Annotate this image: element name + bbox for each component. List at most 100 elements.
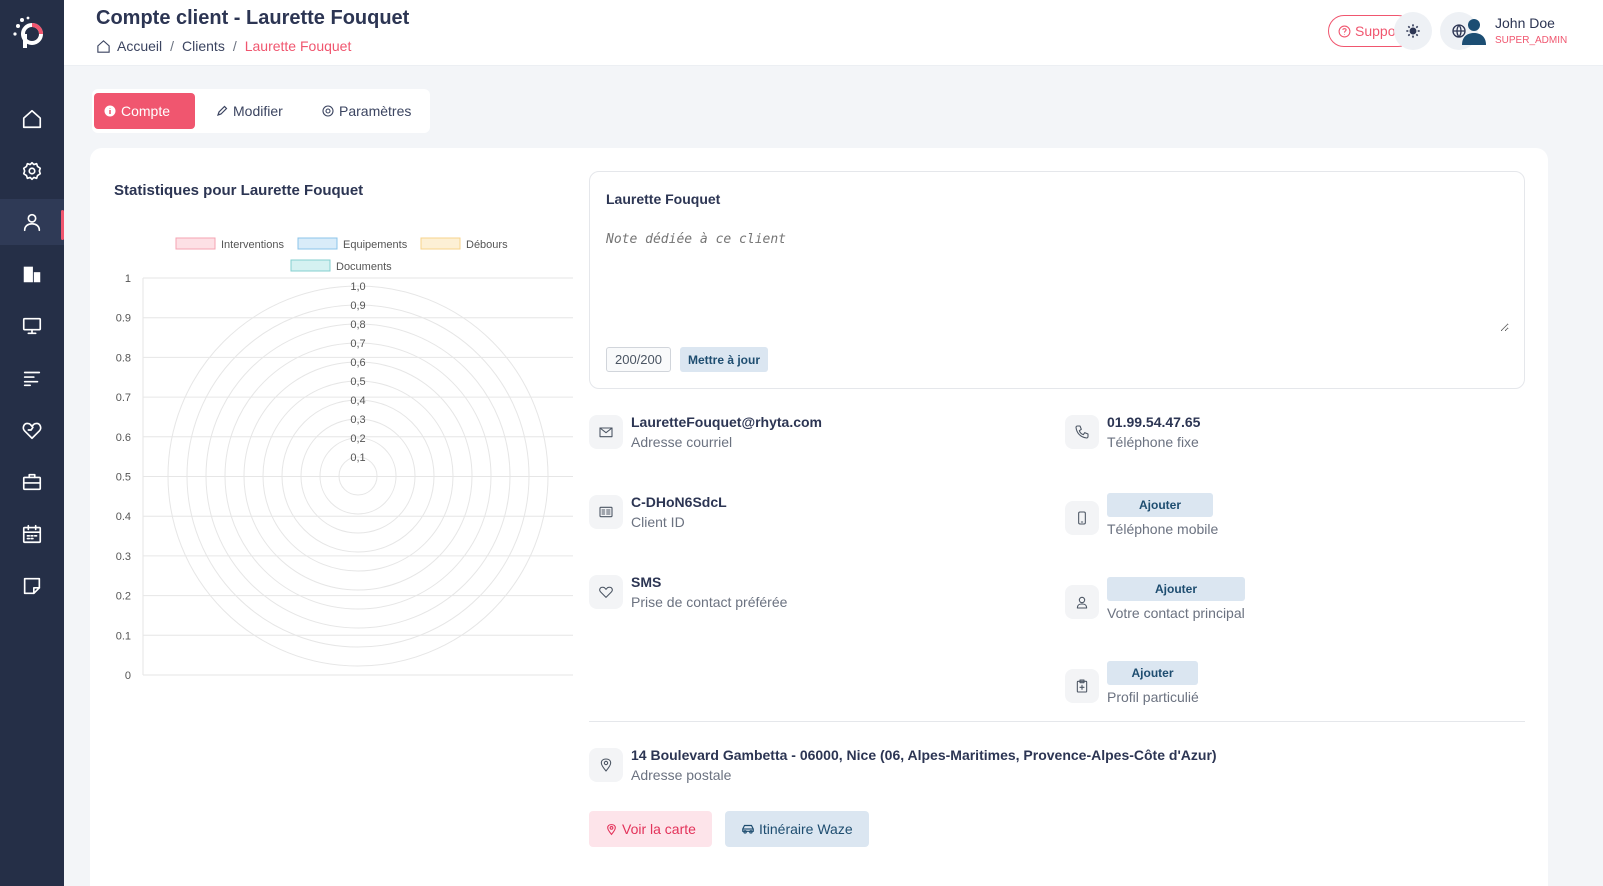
waze-itinerary-button[interactable]: Itinéraire Waze [725, 811, 869, 847]
sidebar-item-lists[interactable] [0, 355, 64, 401]
waze-itinerary-label: Itinéraire Waze [759, 821, 853, 837]
monitor-icon [22, 317, 42, 335]
legend-swatch [290, 259, 331, 272]
sidebar-item-home[interactable] [0, 96, 64, 142]
sidebar-item-equipment[interactable] [0, 303, 64, 349]
mail-icon [589, 415, 623, 449]
mobile-label: Téléphone mobile [1107, 521, 1219, 537]
y-tick-label: 0.7 [116, 392, 131, 404]
list-icon [23, 371, 41, 387]
note-icon [23, 577, 41, 595]
legend-label: Débours [466, 239, 508, 251]
y-tick-label: 1 [125, 273, 131, 285]
legend-label: Documents [336, 261, 392, 273]
briefcase-icon [22, 473, 42, 491]
tab-account-label: Compte [121, 103, 171, 119]
home-icon [22, 109, 42, 129]
main-contact-label: Votre contact principal [1107, 605, 1245, 621]
account-tabs: Compte Modifier Paramètres [92, 89, 430, 133]
legend-swatch [297, 237, 338, 250]
sidebar-item-settings[interactable] [0, 148, 64, 194]
view-map-button[interactable]: Voir la carte [589, 811, 712, 847]
id-card-icon [589, 495, 623, 529]
info-contact-preference: SMS Prise de contact préférée [589, 572, 787, 612]
legend-label: Interventions [221, 239, 284, 251]
y-tick-label: 0.2 [116, 591, 131, 603]
email-label: Adresse courriel [631, 434, 733, 450]
client-id-label: Client ID [631, 514, 685, 530]
tab-edit[interactable]: Modifier [206, 93, 293, 129]
info-profile: Ajouter Profil particulié [1065, 661, 1199, 707]
note-char-counter: 200/200 [606, 347, 671, 372]
radial-tick-label: 0,2 [350, 433, 365, 445]
tab-settings[interactable]: Paramètres [312, 93, 421, 129]
sidebar-item-jobs[interactable] [0, 459, 64, 505]
sidebar-item-calendar[interactable] [0, 511, 64, 557]
statistics-radar-chart: Interventions Equipements Débours Documents… [116, 237, 573, 682]
help-circle-icon [1338, 25, 1351, 37]
tab-account[interactable]: Compte [94, 93, 195, 129]
pencil-icon [217, 105, 228, 116]
radial-tick-label: 0,8 [350, 319, 365, 331]
info-email: LauretteFouquet@rhyta.com Adresse courri… [589, 412, 822, 452]
avatar[interactable] [1459, 16, 1489, 46]
breadcrumb-clients[interactable]: Clients [182, 38, 225, 54]
sidebar [0, 0, 64, 886]
radial-tick-label: 0,6 [350, 357, 365, 369]
info-client-id: C-DHoN6SdcL Client ID [589, 492, 727, 532]
tab-edit-label: Modifier [233, 103, 283, 119]
user-name[interactable]: John Doe [1495, 15, 1555, 31]
top-header: Compte client - Laurette Fouquet Accueil… [64, 0, 1603, 66]
add-profile-button[interactable]: Ajouter [1107, 661, 1198, 685]
mobile-icon [1065, 501, 1099, 535]
breadcrumb-current: Laurette Fouquet [244, 38, 352, 54]
email-value[interactable]: LauretteFouquet@rhyta.com [631, 412, 822, 432]
client-card: Statistiques pour Laurette Fouquet Inter… [90, 148, 1548, 886]
clipboard-plus-icon [1065, 669, 1099, 703]
y-tick-label: 0.8 [116, 352, 131, 364]
y-tick-label: 0.4 [116, 511, 131, 523]
info-phone: 01.99.54.47.65 Téléphone fixe [1065, 412, 1200, 452]
car-icon [742, 824, 754, 834]
phone-icon [1065, 415, 1099, 449]
contact-preference-label: Prise de contact préférée [631, 594, 788, 610]
note-client-name: Laurette Fouquet [606, 191, 721, 207]
breadcrumb-home[interactable]: Accueil [117, 38, 162, 54]
radial-tick-label: 1,0 [350, 281, 365, 293]
radial-tick-label: 0,5 [350, 376, 365, 388]
address-label: Adresse postale [631, 767, 732, 783]
location-pin-icon [589, 748, 623, 782]
phone-label: Téléphone fixe [1107, 434, 1199, 450]
phone-value[interactable]: 01.99.54.47.65 [1107, 412, 1200, 432]
sidebar-item-buildings[interactable] [0, 251, 64, 297]
breadcrumb: Accueil / Clients / Laurette Fouquet [96, 38, 351, 54]
sun-icon [1406, 24, 1420, 38]
calendar-icon [22, 524, 42, 544]
heart-icon [22, 422, 42, 440]
client-id-value: C-DHoN6SdcL [631, 494, 727, 510]
add-main-contact-button[interactable]: Ajouter [1107, 577, 1245, 601]
contact-preference-value: SMS [631, 574, 662, 590]
settings-icon [22, 161, 42, 181]
sidebar-item-clients[interactable] [0, 199, 64, 245]
y-tick-label: 0.3 [116, 551, 131, 563]
client-note-input[interactable] [606, 232, 1509, 332]
update-note-button[interactable]: Mettre à jour [680, 347, 769, 372]
info-address: 14 Boulevard Gambetta - 06000, Nice (06,… [589, 745, 1217, 785]
add-mobile-button[interactable]: Ajouter [1107, 493, 1213, 517]
app-logo-icon[interactable] [10, 14, 50, 54]
radial-tick-label: 0,1 [350, 452, 365, 464]
sidebar-item-care[interactable] [0, 407, 64, 453]
page-title: Compte client - Laurette Fouquet [96, 7, 410, 29]
y-tick-label: 0.1 [116, 630, 131, 642]
radial-tick-label: 0,3 [350, 414, 365, 426]
sidebar-item-notes[interactable] [0, 563, 64, 609]
radial-tick-label: 0,4 [350, 395, 365, 407]
note-panel: Laurette Fouquet 200/200 Mettre à jour [589, 171, 1525, 389]
address-value: 14 Boulevard Gambetta - 06000, Nice (06,… [631, 747, 1217, 763]
theme-toggle-button[interactable] [1394, 12, 1432, 50]
section-divider [589, 721, 1525, 722]
tab-settings-label: Paramètres [339, 103, 412, 119]
legend-swatch [420, 237, 461, 250]
view-map-label: Voir la carte [622, 821, 696, 837]
